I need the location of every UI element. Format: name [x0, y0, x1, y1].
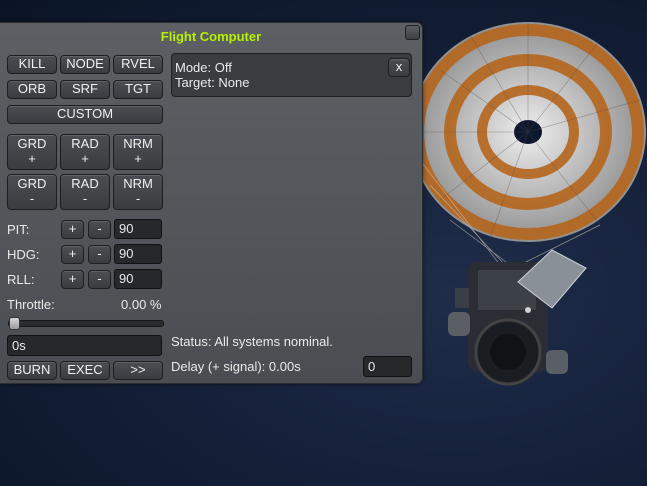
nrm-plus-button[interactable]: NRM +	[113, 134, 163, 170]
rad-minus-button[interactable]: RAD -	[60, 174, 110, 210]
heading-minus-button[interactable]: -	[88, 245, 111, 264]
roll-minus-button[interactable]: -	[88, 270, 111, 289]
heading-plus-button[interactable]: +	[61, 245, 84, 264]
pitch-label: PIT:	[7, 222, 30, 237]
nrm-minus-label: NRM	[123, 176, 153, 191]
burn-time-input[interactable]: 0s	[7, 335, 162, 356]
mode-info-box: Mode: Off Target: None x	[171, 53, 412, 97]
nrm-minus-button[interactable]: NRM -	[113, 174, 163, 210]
exec-button[interactable]: EXEC	[60, 361, 110, 380]
rad-plus-label: RAD	[71, 136, 99, 151]
grd-minus-sign: -	[29, 191, 35, 206]
pitch-minus-button[interactable]: -	[88, 220, 111, 239]
throttle-value: 0.00 %	[121, 297, 162, 312]
status-text: Status: All systems nominal.	[171, 334, 333, 349]
roll-input[interactable]: 90	[114, 269, 162, 289]
kill-button[interactable]: KILL	[7, 55, 57, 74]
orb-button[interactable]: ORB	[7, 80, 57, 99]
grd-minus-label: GRD	[17, 176, 47, 191]
srf-button[interactable]: SRF	[60, 80, 110, 99]
tgt-button[interactable]: TGT	[113, 80, 163, 99]
nrm-plus-sign: +	[134, 151, 142, 166]
rvel-button[interactable]: RVEL	[113, 55, 163, 74]
grd-plus-sign: +	[28, 151, 36, 166]
heading-label: HDG:	[7, 247, 40, 262]
rad-plus-sign: +	[81, 151, 89, 166]
flight-computer-window: Flight Computer KILL NODE RVEL ORB SRF T…	[0, 22, 423, 384]
rad-minus-sign: -	[82, 191, 88, 206]
grd-minus-button[interactable]: GRD -	[7, 174, 57, 210]
roll-label: RLL:	[7, 272, 35, 287]
capsule	[448, 249, 587, 386]
window-close-icon[interactable]	[405, 25, 420, 40]
window-title: Flight Computer	[160, 29, 262, 44]
heading-input[interactable]: 90	[114, 244, 162, 264]
close-info-button[interactable]: x	[388, 58, 410, 77]
grd-plus-label: GRD	[17, 136, 47, 151]
pitch-plus-button[interactable]: +	[61, 220, 84, 239]
next-button[interactable]: >>	[113, 361, 163, 380]
nrm-plus-label: NRM	[123, 136, 153, 151]
delay-input[interactable]: 0	[363, 356, 412, 377]
node-button[interactable]: NODE	[60, 55, 110, 74]
rad-plus-button[interactable]: RAD +	[60, 134, 110, 170]
throttle-label: Throttle:	[7, 297, 55, 312]
burn-button[interactable]: BURN	[7, 361, 57, 380]
nrm-minus-sign: -	[135, 191, 141, 206]
throttle-slider[interactable]	[8, 317, 164, 330]
rad-minus-label: RAD	[71, 176, 99, 191]
grd-plus-button[interactable]: GRD +	[7, 134, 57, 170]
mode-text: Mode: Off	[175, 60, 232, 75]
target-text: Target: None	[175, 75, 250, 90]
roll-plus-button[interactable]: +	[61, 270, 84, 289]
delay-label: Delay (+ signal): 0.00s	[171, 359, 301, 374]
throttle-slider-thumb[interactable]	[9, 317, 20, 330]
custom-button[interactable]: CUSTOM	[7, 105, 163, 124]
pitch-input[interactable]: 90	[114, 219, 162, 239]
parachute	[410, 22, 646, 266]
